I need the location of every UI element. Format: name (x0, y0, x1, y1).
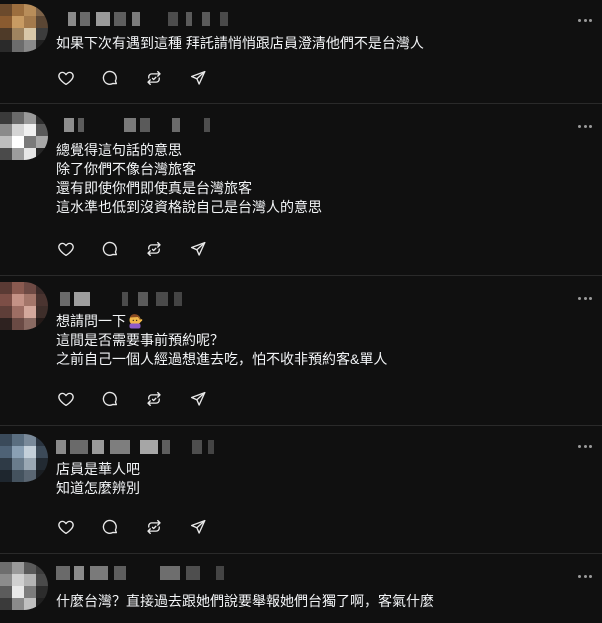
more-icon[interactable] (578, 573, 592, 579)
thread-post: 想請問一下 這間是否需要事前預約呢？ 之前自己一個人經過想進去吃，怕不收非預約客… (0, 276, 602, 426)
avatar[interactable] (0, 4, 48, 52)
thread-post: 店員是華人吧 知道怎麼辨別 (0, 426, 602, 554)
post-text: 什麼台灣？直接過去跟她們說要舉報她們台獨了啊，客氣什麼 (56, 592, 434, 611)
post-text-line: 店員是華人吧 (56, 461, 140, 477)
post-text-line-text: 想請問一下 (56, 313, 126, 329)
post-text-line: 這水準也低到沒資格說自己是台灣人的意思 (56, 199, 322, 215)
avatar[interactable] (0, 434, 48, 482)
post-actions (56, 517, 232, 537)
heart-icon[interactable] (56, 517, 76, 537)
post-text-line: 總覺得這句話的意思 (56, 142, 182, 158)
person-gesturing-emoji (129, 314, 143, 329)
repost-icon[interactable] (144, 239, 164, 259)
comment-icon[interactable] (100, 68, 120, 88)
post-actions (56, 389, 232, 409)
more-icon[interactable] (578, 443, 592, 449)
thread-post: 如果下次有遇到這種 拜託請悄悄跟店員澄清他們不是台灣人 (0, 0, 602, 104)
post-text-line: 想請問一下 (56, 312, 387, 331)
more-icon[interactable] (578, 17, 592, 23)
more-icon[interactable] (578, 123, 592, 129)
avatar[interactable] (0, 282, 48, 330)
send-icon[interactable] (188, 389, 208, 409)
post-text-line: 如果下次有遇到這種 拜託請悄悄跟店員澄清他們不是台灣人 (56, 35, 424, 51)
send-icon[interactable] (188, 239, 208, 259)
comment-icon[interactable] (100, 239, 120, 259)
post-text-line: 之前自己一個人經過想進去吃，怕不收非預約客&單人 (56, 351, 388, 367)
post-text: 想請問一下 這間是否需要事前預約呢？ 之前自己一個人經過想進去吃，怕不收非預約客… (56, 312, 387, 369)
post-text: 如果下次有遇到這種 拜託請悄悄跟店員澄清他們不是台灣人 (56, 34, 424, 53)
send-icon[interactable] (188, 517, 208, 537)
post-text-line: 什麼台灣？直接過去跟她們說要舉報她們台獨了啊，客氣什麼 (56, 593, 434, 609)
post-text-line: 這間是否需要事前預約呢？ (56, 332, 224, 348)
post-text: 總覺得這句話的意思 除了你們不像台灣旅客 還有即使你們即使真是台灣旅客 這水準也… (56, 141, 322, 217)
comment-icon[interactable] (100, 517, 120, 537)
heart-icon[interactable] (56, 389, 76, 409)
repost-icon[interactable] (144, 68, 164, 88)
post-text-line: 還有即使你們即使真是台灣旅客 (56, 180, 252, 196)
heart-icon[interactable] (56, 239, 76, 259)
post-text-line: 除了你們不像台灣旅客 (56, 161, 196, 177)
post-actions (56, 68, 232, 88)
heart-icon[interactable] (56, 68, 76, 88)
thread-post: 總覺得這句話的意思 除了你們不像台灣旅客 還有即使你們即使真是台灣旅客 這水準也… (0, 104, 602, 276)
repost-icon[interactable] (144, 389, 164, 409)
comment-icon[interactable] (100, 389, 120, 409)
post-actions (56, 239, 232, 259)
avatar[interactable] (0, 562, 48, 610)
repost-icon[interactable] (144, 517, 164, 537)
more-icon[interactable] (578, 295, 592, 301)
thread-post: 什麼台灣？直接過去跟她們說要舉報她們台獨了啊，客氣什麼 (0, 554, 602, 623)
post-text: 店員是華人吧 知道怎麼辨別 (56, 460, 140, 498)
avatar[interactable] (0, 112, 48, 160)
post-text-line: 知道怎麼辨別 (56, 480, 140, 496)
send-icon[interactable] (188, 68, 208, 88)
